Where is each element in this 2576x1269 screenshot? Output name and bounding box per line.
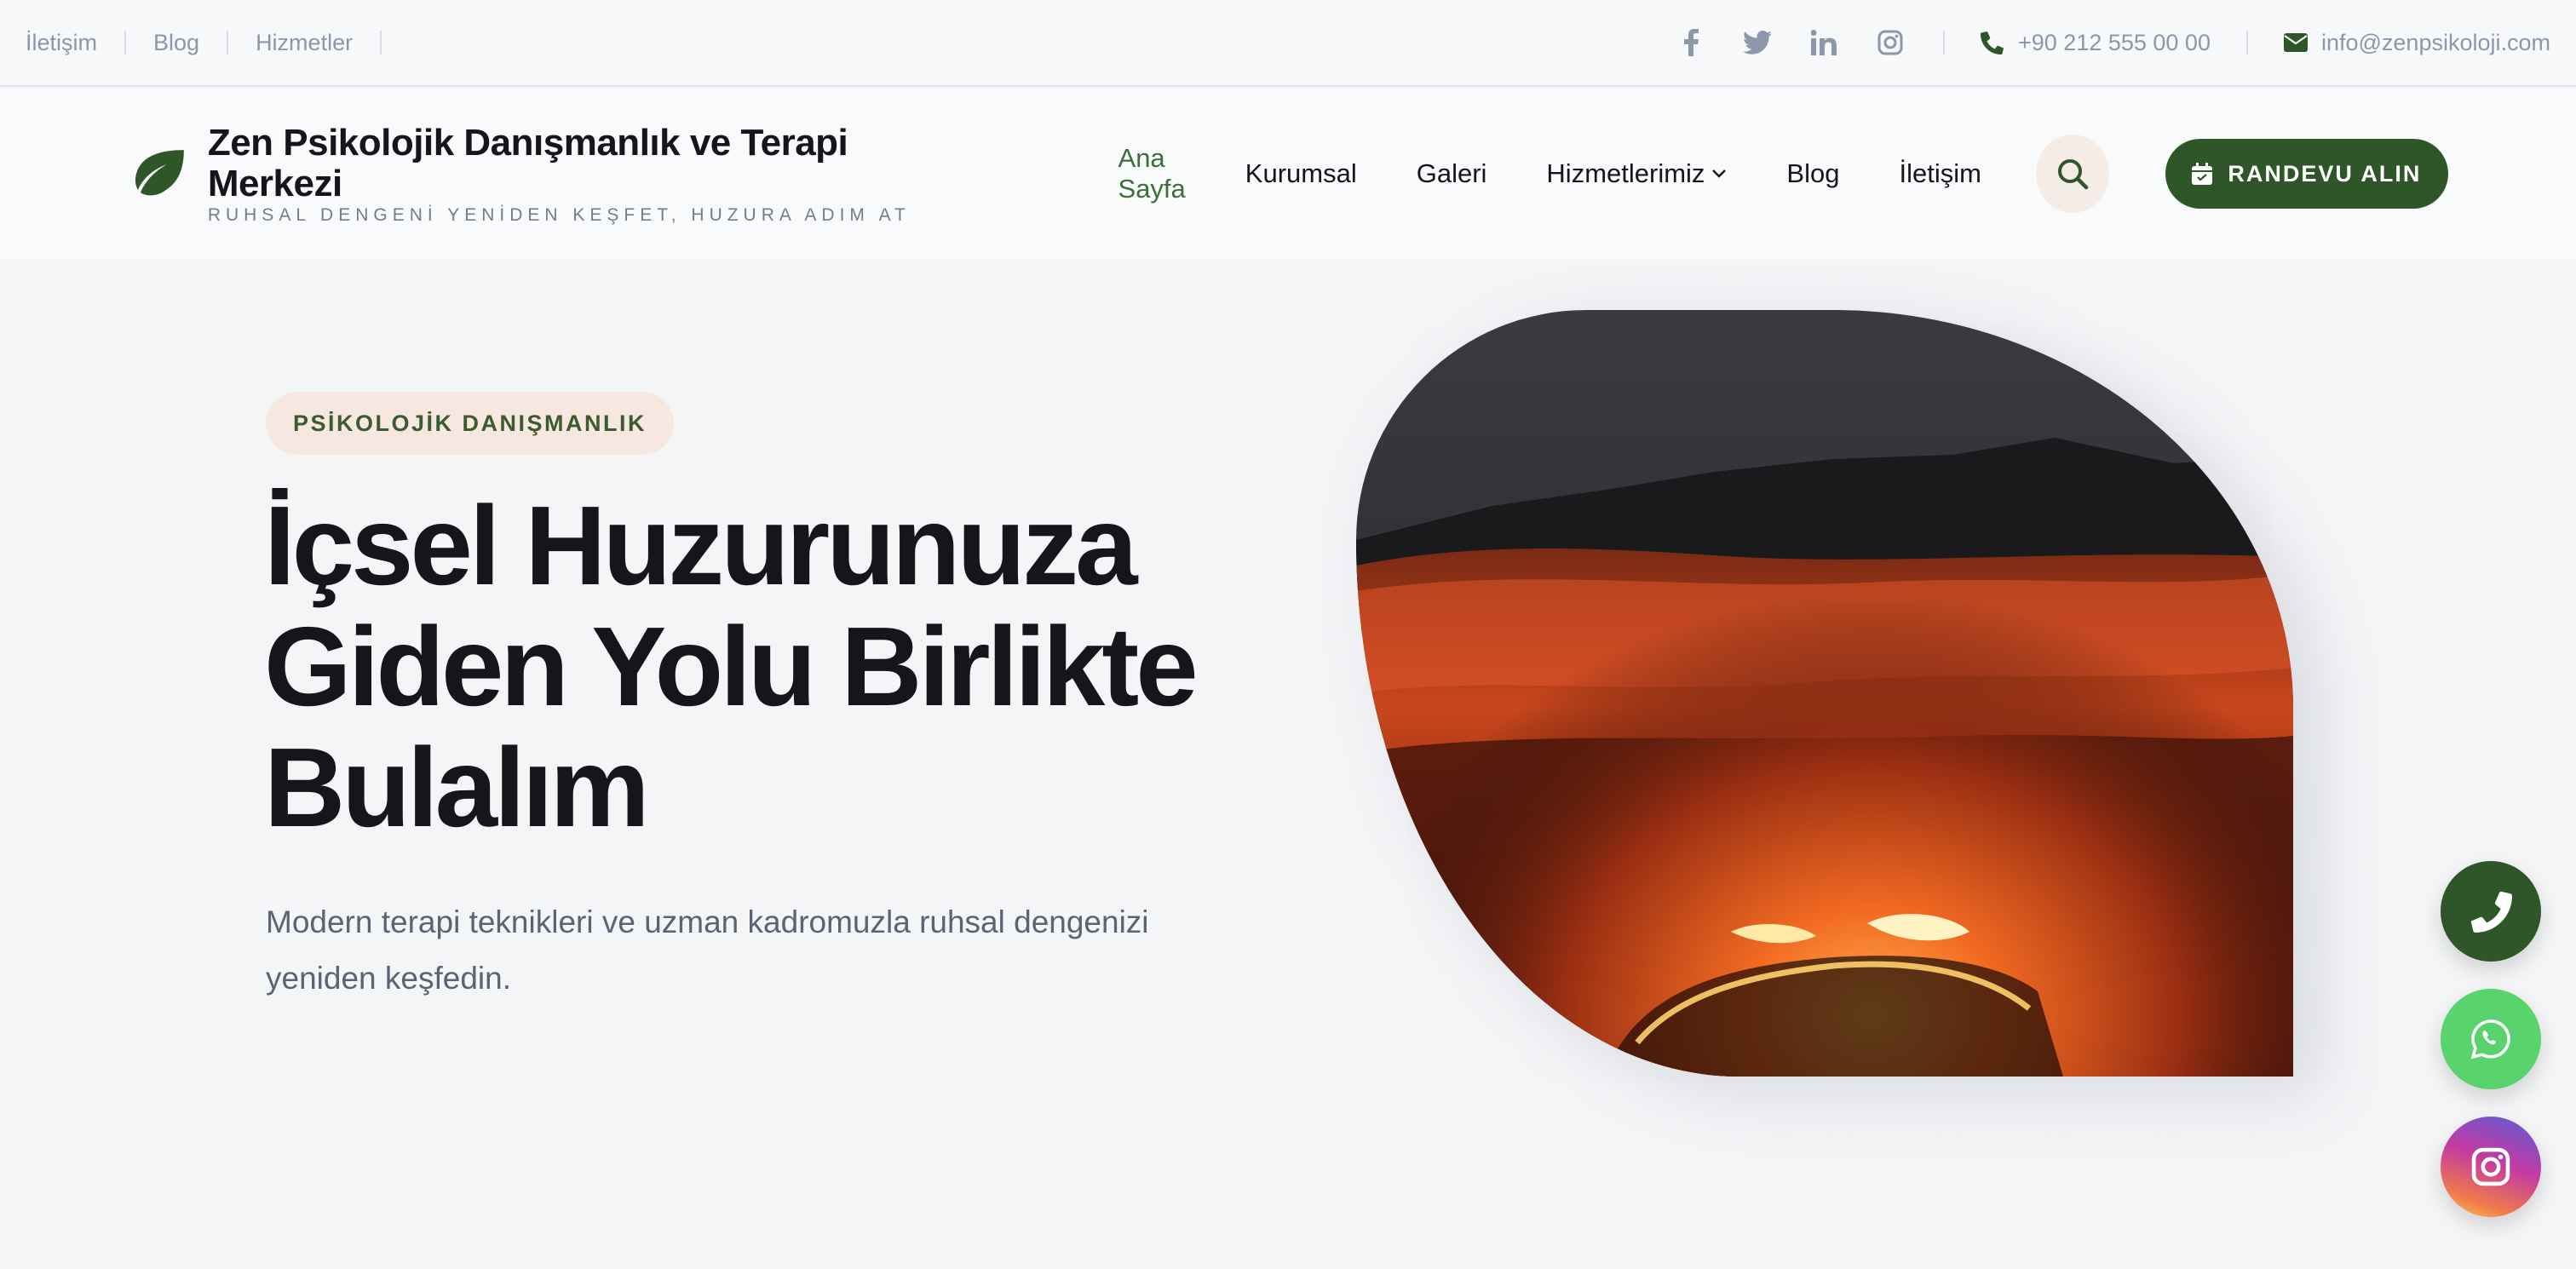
brand-name: Zen Psikolojik Danışmanlık ve Terapi Mer… <box>207 122 848 204</box>
nav-blog[interactable]: Blog <box>1786 158 1839 189</box>
hero-title-line-1: İçsel Huzurunuza <box>264 483 1138 608</box>
top-link-contact[interactable]: İletişim <box>26 31 127 55</box>
floating-whatsapp-button[interactable] <box>2441 989 2541 1089</box>
chevron-down-icon <box>1712 169 1727 178</box>
main-header: Zen Psikolojik Danışmanlık ve Terapi Mer… <box>0 89 2576 259</box>
hero-subtitle: Modern terapi teknikleri ve uzman kadrom… <box>266 904 1149 996</box>
phone-icon <box>1981 32 2004 55</box>
top-right: +90 212 555 00 00 info@zenpsikoloji.com <box>1674 29 2550 56</box>
floating-instagram-button[interactable] <box>2441 1117 2541 1217</box>
calendar-icon <box>2192 163 2213 185</box>
linkedin-icon[interactable] <box>1807 26 1841 60</box>
top-email[interactable]: info@zenpsikoloji.com <box>2248 30 2550 56</box>
hero-title-line-3: Bulalım <box>264 725 650 850</box>
nav-about[interactable]: Kurumsal <box>1245 158 1357 189</box>
instagram-icon <box>2471 1147 2510 1186</box>
appointment-label: RANDEVU ALIN <box>2228 160 2422 187</box>
brand-tagline: RUHSAL DENGENİ YENİDEN KEŞFET, HUZURA AD… <box>207 205 911 225</box>
top-phone[interactable]: +90 212 555 00 00 <box>1945 29 2248 55</box>
top-link-services[interactable]: Hizmetler <box>228 31 382 55</box>
nav-home[interactable]: Ana Sayfa <box>1118 143 1186 204</box>
nav-gallery[interactable]: Galeri <box>1417 158 1487 189</box>
instagram-icon[interactable] <box>1873 26 1907 60</box>
facebook-icon[interactable] <box>1674 26 1708 60</box>
top-link-blog[interactable]: Blog <box>126 31 229 55</box>
social-links <box>1674 29 1945 56</box>
floating-phone-button[interactable] <box>2441 861 2541 962</box>
nav-services-label: Hizmetlerimiz <box>1546 158 1705 188</box>
envelope-icon <box>2283 33 2308 52</box>
top-phone-number: +90 212 555 00 00 <box>2018 29 2211 55</box>
phone-icon <box>2470 891 2512 933</box>
whatsapp-icon <box>2470 1019 2510 1059</box>
main-nav: Ana Sayfa Kurumsal Galeri Hizmetlerimiz … <box>1118 143 1981 204</box>
brand[interactable]: Zen Psikolojik Danışmanlık ve Terapi Mer… <box>128 123 991 225</box>
search-button[interactable] <box>2035 135 2109 213</box>
twitter-icon[interactable] <box>1740 26 1774 60</box>
hero-title: İçsel Huzurunuza Giden Yolu Birlikte Bul… <box>264 485 1244 848</box>
hero-title-line-2: Giden Yolu Birlikte <box>264 604 1199 729</box>
hero-badge: PSİKOLOJİK DANIŞMANLIK <box>266 392 675 455</box>
nav-services[interactable]: Hizmetlerimiz <box>1546 158 1727 189</box>
search-icon <box>2057 159 2089 190</box>
nav-contact[interactable]: İletişim <box>1899 158 1981 189</box>
top-bar: İletişim Blog Hizmetler +90 212 555 00 0… <box>0 0 2576 87</box>
appointment-button[interactable]: RANDEVU ALIN <box>2165 139 2448 209</box>
leaf-logo-icon <box>135 150 184 196</box>
top-email-address: info@zenpsikoloji.com <box>2320 29 2550 55</box>
top-links: İletişim Blog Hizmetler <box>26 31 382 55</box>
